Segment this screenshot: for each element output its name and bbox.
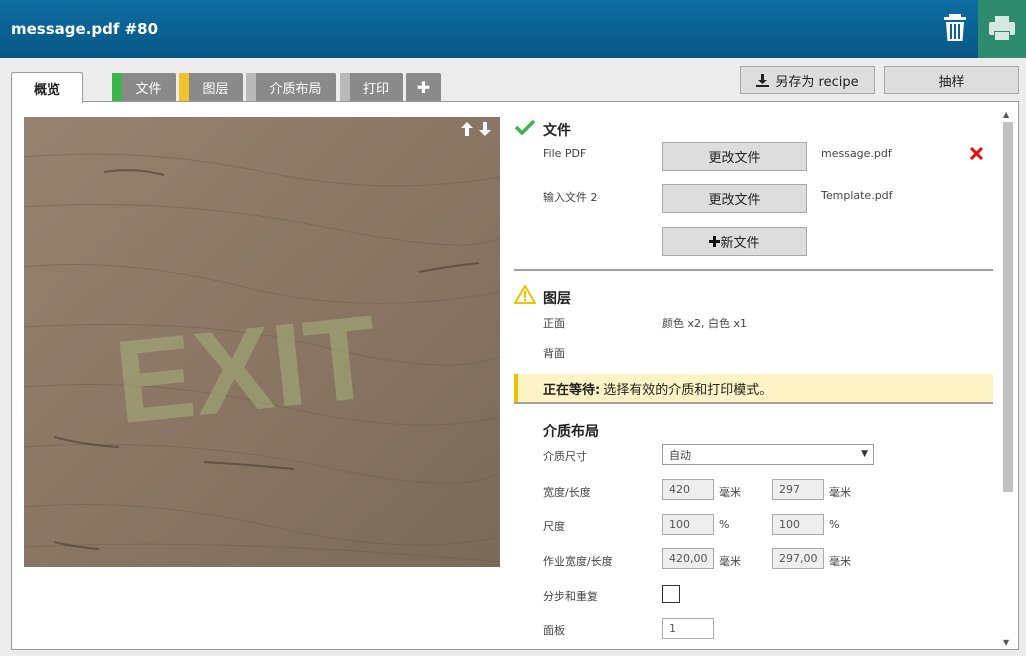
media-size-label: 介质尺寸 — [543, 450, 587, 463]
tab-media-layout[interactable]: 介质布局 — [246, 73, 336, 101]
step-repeat-checkbox[interactable] — [662, 585, 680, 603]
panel-input[interactable]: 1 — [662, 618, 714, 639]
scale-x-input[interactable]: 100 — [662, 514, 714, 535]
input-file-2-label: 输入文件 2 — [543, 191, 598, 204]
save-recipe-button[interactable]: 另存为 recipe — [740, 66, 875, 94]
scale-label: 尺度 — [543, 520, 565, 533]
unit-label: 毫米 — [719, 486, 741, 499]
divider — [514, 402, 993, 404]
scrollbar-thumb[interactable] — [1003, 122, 1013, 492]
job-size-label: 作业宽度/长度 — [543, 555, 613, 568]
job-width-input[interactable]: 420,00 — [662, 548, 714, 569]
check-icon — [515, 119, 535, 135]
change-file-button-1[interactable]: 更改文件 — [662, 142, 807, 171]
new-file-label: 新文件 — [720, 236, 760, 251]
unit-label: 毫米 — [829, 486, 851, 499]
trash-icon — [944, 14, 966, 41]
tab-status-strip — [340, 73, 350, 101]
layers-section-title: 图层 — [543, 291, 571, 307]
status-bar: 正在等待: 选择有效的介质和打印模式。 — [514, 374, 993, 402]
width-length-label: 宽度/长度 — [543, 486, 591, 499]
print-button[interactable] — [978, 0, 1026, 58]
new-file-button[interactable]: 新文件 — [662, 227, 807, 256]
scroll-down-icon[interactable]: ▼ — [1003, 638, 1009, 647]
tab-print[interactable]: 打印 — [340, 73, 403, 101]
tab-layers-label: 图层 — [202, 81, 229, 97]
unit-label: 毫米 — [719, 555, 741, 568]
tab-layers[interactable]: 图层 — [179, 73, 243, 101]
filename-2: Template.pdf — [821, 189, 893, 202]
document-title: message.pdf #80 — [11, 20, 159, 38]
unit-label: % — [719, 518, 730, 531]
status-bold: 正在等待: — [543, 382, 601, 398]
front-label: 正面 — [543, 317, 565, 330]
tab-files-label: 文件 — [135, 81, 162, 97]
tab-status-strip — [112, 73, 122, 101]
files-section-title: 文件 — [543, 123, 571, 139]
unit-label: 毫米 — [829, 555, 851, 568]
width-input[interactable]: 420 — [662, 479, 714, 500]
media-size-select[interactable]: 自动 ▼ — [662, 444, 874, 465]
media-size-value: 自动 — [669, 448, 691, 462]
tab-print-label: 打印 — [362, 81, 389, 97]
job-length-input[interactable]: 297,00 — [772, 548, 824, 569]
dropdown-arrow-icon: ▼ — [861, 449, 868, 459]
change-file-button-2[interactable]: 更改文件 — [662, 184, 807, 213]
scrollbar[interactable]: ▲ ▼ — [1001, 110, 1015, 647]
media-layout-title: 介质布局 — [543, 424, 599, 440]
printer-icon — [989, 16, 1015, 40]
back-label: 背面 — [543, 347, 565, 360]
length-input[interactable]: 297 — [772, 479, 824, 500]
unit-label: % — [829, 518, 840, 531]
preview-image: EXIT — [24, 117, 500, 567]
tab-status-strip — [246, 73, 256, 101]
delete-job-button[interactable] — [940, 12, 970, 44]
tab-files[interactable]: 文件 — [112, 73, 176, 101]
wood-texture-preview: EXIT — [24, 117, 500, 567]
file-pdf-label: File PDF — [543, 147, 587, 160]
panel-label: 面板 — [543, 624, 565, 637]
exit-overlay: EXIT — [109, 291, 384, 450]
tab-status-strip — [179, 73, 189, 101]
reorder-arrows-icon[interactable] — [460, 122, 492, 140]
sample-button[interactable]: 抽样 — [884, 66, 1019, 94]
save-recipe-label: 另存为 recipe — [775, 74, 859, 90]
tab-media-layout-label: 介质布局 — [269, 81, 322, 97]
app-header: message.pdf #80 — [0, 0, 1026, 58]
scale-y-input[interactable]: 100 — [772, 514, 824, 535]
divider — [514, 269, 993, 271]
warning-icon — [514, 285, 536, 304]
step-repeat-label: 分步和重复 — [543, 590, 598, 603]
delete-file-icon[interactable] — [970, 147, 983, 160]
scroll-up-icon[interactable]: ▲ — [1003, 110, 1009, 119]
front-value: 颜色 x2, 白色 x1 — [662, 317, 748, 330]
plus-icon — [709, 236, 721, 247]
download-icon — [756, 73, 770, 87]
status-text: 选择有效的介质和打印模式。 — [603, 382, 773, 398]
add-tab-button[interactable]: ✚ — [406, 73, 441, 101]
tab-overview[interactable]: 概览 — [11, 72, 83, 103]
filename-1: message.pdf — [821, 147, 892, 160]
